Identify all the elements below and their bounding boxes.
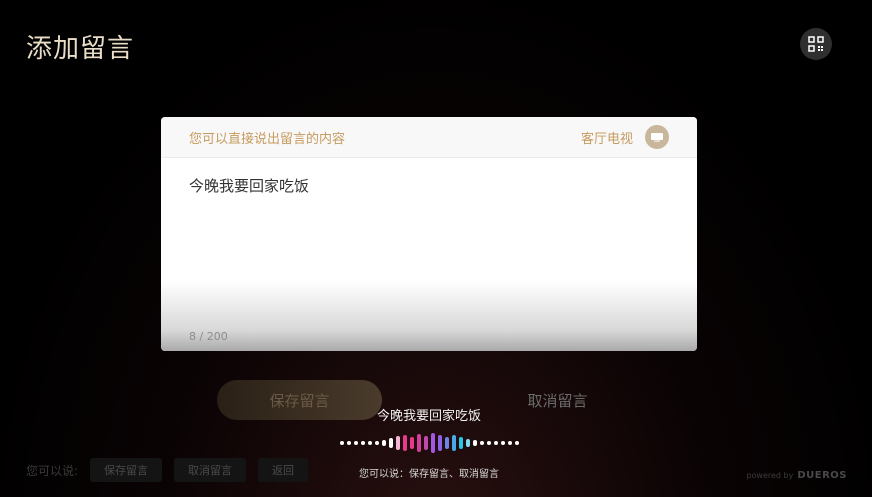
wave-bar [507, 441, 512, 445]
card-fade [161, 281, 697, 351]
wave-bar [423, 436, 428, 450]
wave-bar [465, 439, 470, 447]
brand-mark: powered by DUEROS [746, 470, 847, 481]
wave-bar [367, 441, 372, 445]
voice-wave [0, 432, 858, 454]
qr-code-button[interactable] [800, 28, 832, 60]
wave-bar [339, 441, 344, 445]
card-header: 您可以直接说出留言的内容 客厅电视 [161, 117, 697, 158]
wave-bar [388, 438, 393, 448]
wave-bar [444, 437, 449, 449]
tv-icon [645, 125, 669, 149]
wave-bar [451, 435, 456, 451]
qr-code-icon [808, 36, 824, 52]
wave-bar [416, 434, 421, 452]
voice-recognized-text: 今晚我要回家吃饭 [376, 409, 481, 424]
hint-chip-cancel[interactable]: 取消留言 [174, 458, 247, 482]
char-count: 8 / 200 [189, 330, 228, 343]
page-title: 添加留言 [26, 34, 135, 64]
wave-bar [479, 441, 484, 445]
wave-bar [346, 441, 351, 445]
wave-bar [493, 441, 498, 445]
message-card: 您可以直接说出留言的内容 客厅电视 今晚我要回家吃饭 8 / 200 [161, 117, 697, 351]
wave-bar [500, 441, 505, 445]
wave-bar [472, 440, 477, 446]
wave-bar [402, 435, 407, 451]
device-selector[interactable]: 客厅电视 [581, 125, 669, 149]
bottom-hint-bar: 您可以说: 保存留言 取消留言 返回 [26, 458, 309, 482]
screen: 添加留言 您可以直接说出留言的内容 客厅电视 今晚我要回家吃饭 8 / 200 … [0, 0, 872, 497]
wave-bar [514, 441, 519, 445]
card-hint: 您可以直接说出留言的内容 [189, 131, 346, 147]
wave-bar [458, 437, 463, 449]
wave-bar [430, 433, 435, 453]
wave-bar [437, 435, 442, 451]
message-input[interactable]: 今晚我要回家吃饭 [189, 175, 309, 196]
wave-bar [381, 440, 386, 446]
powered-by-text: powered by [746, 471, 794, 480]
wave-bar [360, 441, 365, 445]
wave-bar [486, 441, 491, 445]
wave-bar [374, 441, 379, 445]
wave-bar [395, 436, 400, 450]
wave-bar [353, 441, 358, 445]
hint-chip-back[interactable]: 返回 [258, 458, 309, 482]
hint-chip-save[interactable]: 保存留言 [90, 458, 163, 482]
brand-name: DUEROS [797, 470, 847, 481]
wave-bar [409, 437, 414, 449]
device-name: 客厅电视 [580, 131, 633, 147]
bottom-hint-label: 您可以说: [26, 463, 79, 478]
